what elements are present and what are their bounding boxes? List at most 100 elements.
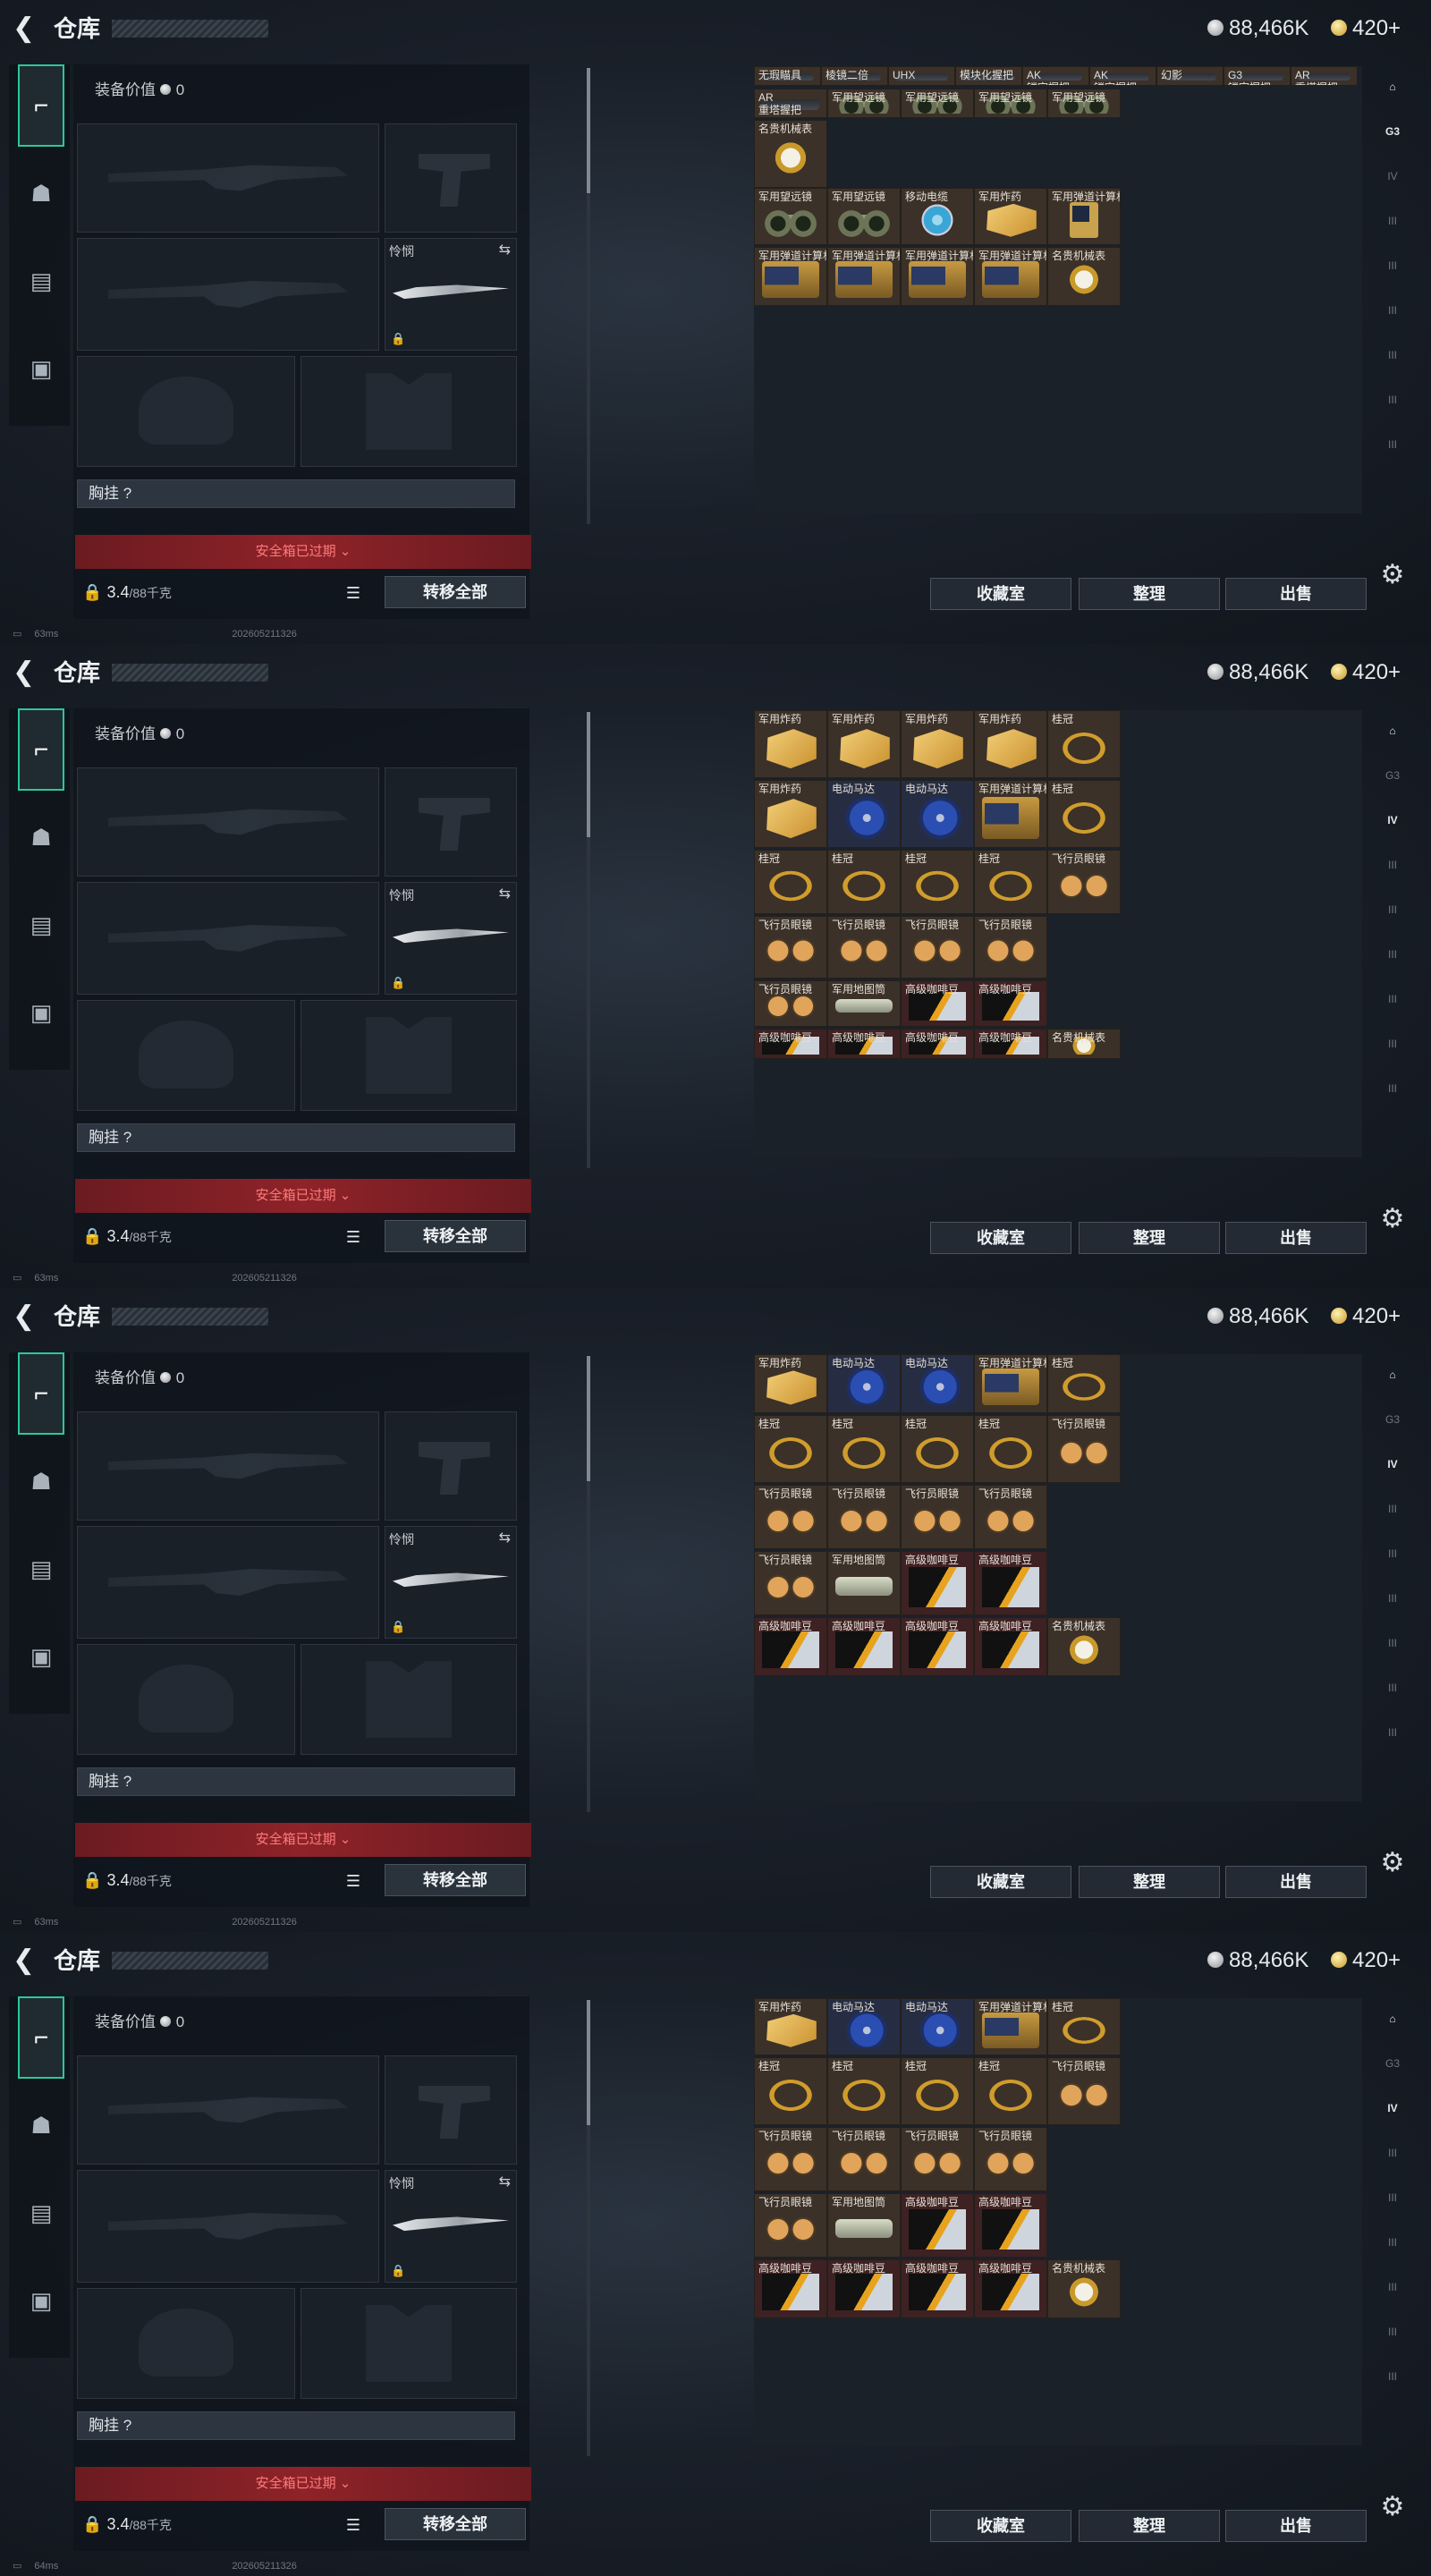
item-cell[interactable]: 飞行员眼镜 bbox=[754, 2127, 827, 2191]
helmet-slot[interactable] bbox=[77, 1644, 295, 1755]
armor-slot[interactable] bbox=[301, 1644, 517, 1755]
item-cell[interactable]: AK 镂空握把 bbox=[1022, 66, 1089, 86]
item-cell[interactable]: 军用弹道计算机 bbox=[901, 247, 974, 306]
item-cell[interactable]: 飞行员眼镜 bbox=[827, 916, 901, 979]
organize-button[interactable]: 整理 bbox=[1079, 578, 1220, 610]
rail-tier-8[interactable]: III bbox=[1374, 2356, 1411, 2397]
item-cell[interactable]: 高级咖啡豆 bbox=[901, 2193, 974, 2258]
item-cell[interactable]: 飞行员眼镜 bbox=[1047, 850, 1121, 914]
swap-icon[interactable]: ⇆ bbox=[499, 2173, 511, 2190]
item-cell[interactable]: 军用弹道计算机 bbox=[1047, 188, 1121, 245]
item-cell[interactable]: 名贵机械表 bbox=[754, 120, 827, 188]
melee-slot[interactable]: 怜悯 ⇆ 🔒 bbox=[385, 1526, 517, 1639]
item-cell[interactable]: 桂冠 bbox=[827, 1415, 901, 1483]
primary-weapon-slot[interactable] bbox=[77, 767, 379, 877]
settings-gear-icon[interactable]: ⚙ bbox=[1377, 1204, 1408, 1234]
item-cell[interactable]: 桂冠 bbox=[974, 1415, 1047, 1483]
rail-tier-3[interactable]: III bbox=[1374, 1488, 1411, 1530]
item-cell[interactable]: 军用炸药 bbox=[754, 1354, 827, 1413]
item-cell[interactable]: 高级咖啡豆 bbox=[901, 1551, 974, 1615]
side-tab-case-icon[interactable]: ▣ bbox=[18, 1615, 64, 1698]
item-cell[interactable]: 高级咖啡豆 bbox=[827, 1029, 901, 1059]
primary-weapon-slot[interactable] bbox=[77, 123, 379, 233]
item-cell[interactable]: 军用望远镜 bbox=[901, 89, 974, 118]
armor-slot[interactable] bbox=[301, 1000, 517, 1111]
rail-tier-8[interactable]: III bbox=[1374, 1712, 1411, 1753]
side-tab-vest-icon[interactable]: ☗ bbox=[18, 1440, 64, 1522]
rail-tier-3[interactable]: III bbox=[1374, 200, 1411, 242]
rail-tier-2[interactable]: IV bbox=[1374, 2088, 1411, 2129]
item-cell[interactable]: 高级咖啡豆 bbox=[901, 980, 974, 1027]
back-arrow-icon[interactable]: ❮ bbox=[13, 1301, 41, 1333]
pistol-slot[interactable] bbox=[385, 123, 517, 233]
rail-home-icon[interactable]: ⌂ bbox=[1374, 1354, 1411, 1395]
item-cell[interactable]: 桂冠 bbox=[901, 850, 974, 914]
side-tab-vest-icon[interactable]: ☗ bbox=[18, 796, 64, 878]
gold-currency[interactable]: 420+ bbox=[1331, 14, 1401, 43]
item-cell[interactable]: 高级咖啡豆 bbox=[974, 2259, 1047, 2318]
secondary-weapon-slot[interactable] bbox=[77, 882, 379, 995]
item-cell[interactable]: 军用炸药 bbox=[974, 710, 1047, 778]
rail-tier-7[interactable]: III bbox=[1374, 1667, 1411, 1708]
back-arrow-icon[interactable]: ❮ bbox=[13, 13, 41, 45]
pistol-slot[interactable] bbox=[385, 767, 517, 877]
item-cell[interactable]: 高级咖啡豆 bbox=[974, 1551, 1047, 1615]
item-cell[interactable]: 无瑕瞄具 bbox=[754, 66, 821, 86]
rail-tier-3[interactable]: III bbox=[1374, 844, 1411, 886]
item-cell[interactable]: 电动马达 bbox=[901, 1354, 974, 1413]
helmet-slot[interactable] bbox=[77, 356, 295, 467]
side-tab-gun-icon[interactable]: ⌐ bbox=[18, 64, 64, 147]
rail-tier-1[interactable]: G3 bbox=[1374, 2043, 1411, 2084]
transfer-all-button[interactable]: 转移全部 bbox=[385, 576, 526, 608]
transfer-all-button[interactable]: 转移全部 bbox=[385, 1864, 526, 1896]
item-cell[interactable]: 高级咖啡豆 bbox=[827, 2259, 901, 2318]
item-cell[interactable]: 飞行员眼镜 bbox=[754, 2193, 827, 2258]
side-tab-gun-icon[interactable]: ⌐ bbox=[18, 708, 64, 791]
side-tab-vest-icon[interactable]: ☗ bbox=[18, 152, 64, 234]
sell-button[interactable]: 出售 bbox=[1225, 1222, 1367, 1254]
item-cell[interactable]: 电动马达 bbox=[827, 1998, 901, 2055]
item-cell[interactable]: 高级咖啡豆 bbox=[901, 2259, 974, 2318]
melee-slot[interactable]: 怜悯 ⇆ 🔒 bbox=[385, 238, 517, 351]
item-cell[interactable]: 名贵机械表 bbox=[1047, 247, 1121, 306]
item-cell[interactable]: 桂冠 bbox=[754, 1415, 827, 1483]
item-cell[interactable]: 飞行员眼镜 bbox=[901, 1485, 974, 1549]
item-cell[interactable]: 飞行员眼镜 bbox=[901, 916, 974, 979]
item-cell[interactable]: 军用弹道计算机 bbox=[974, 1998, 1047, 2055]
settings-gear-icon[interactable]: ⚙ bbox=[1377, 1848, 1408, 1878]
item-cell[interactable]: 飞行员眼镜 bbox=[754, 916, 827, 979]
rail-tier-5[interactable]: III bbox=[1374, 1578, 1411, 1619]
rail-tier-4[interactable]: III bbox=[1374, 889, 1411, 930]
item-cell[interactable]: G3 镂空握把 bbox=[1224, 66, 1291, 86]
item-cell[interactable]: 军用望远镜 bbox=[827, 188, 901, 245]
rail-home-icon[interactable]: ⌂ bbox=[1374, 1998, 1411, 2039]
list-view-icon[interactable]: ☰ bbox=[342, 1871, 365, 1891]
chest-rig-slot[interactable]: 胸挂 ? bbox=[77, 1123, 515, 1152]
item-cell[interactable]: 军用炸药 bbox=[754, 1998, 827, 2055]
rail-tier-6[interactable]: III bbox=[1374, 2267, 1411, 2308]
item-cell[interactable]: 桂冠 bbox=[827, 850, 901, 914]
item-cell[interactable]: 桂冠 bbox=[827, 2057, 901, 2125]
settings-gear-icon[interactable]: ⚙ bbox=[1377, 560, 1408, 590]
rail-tier-5[interactable]: III bbox=[1374, 290, 1411, 331]
side-tab-gun-icon[interactable]: ⌐ bbox=[18, 1352, 64, 1435]
armor-slot[interactable] bbox=[301, 356, 517, 467]
item-cell[interactable]: 军用弹道计算机 bbox=[827, 247, 901, 306]
rail-home-icon[interactable]: ⌂ bbox=[1374, 710, 1411, 751]
secure-case-expired-banner[interactable]: 安全箱已过期 ⌄ bbox=[75, 535, 531, 569]
item-cell[interactable]: 军用地图筒 bbox=[827, 980, 901, 1027]
helmet-slot[interactable] bbox=[77, 1000, 295, 1111]
item-cell[interactable]: 桂冠 bbox=[754, 850, 827, 914]
rail-tier-2[interactable]: IV bbox=[1374, 156, 1411, 197]
back-arrow-icon[interactable]: ❮ bbox=[13, 1945, 41, 1977]
rail-tier-2[interactable]: IV bbox=[1374, 1444, 1411, 1485]
melee-slot[interactable]: 怜悯 ⇆ 🔒 bbox=[385, 882, 517, 995]
organize-button[interactable]: 整理 bbox=[1079, 2510, 1220, 2542]
rail-tier-8[interactable]: III bbox=[1374, 1068, 1411, 1109]
item-cell[interactable]: 桂冠 bbox=[901, 2057, 974, 2125]
sell-button[interactable]: 出售 bbox=[1225, 1866, 1367, 1898]
item-cell[interactable]: 飞行员眼镜 bbox=[1047, 1415, 1121, 1483]
collection-button[interactable]: 收藏室 bbox=[930, 1222, 1071, 1254]
primary-weapon-slot[interactable] bbox=[77, 1411, 379, 1521]
secondary-weapon-slot[interactable] bbox=[77, 1526, 379, 1639]
